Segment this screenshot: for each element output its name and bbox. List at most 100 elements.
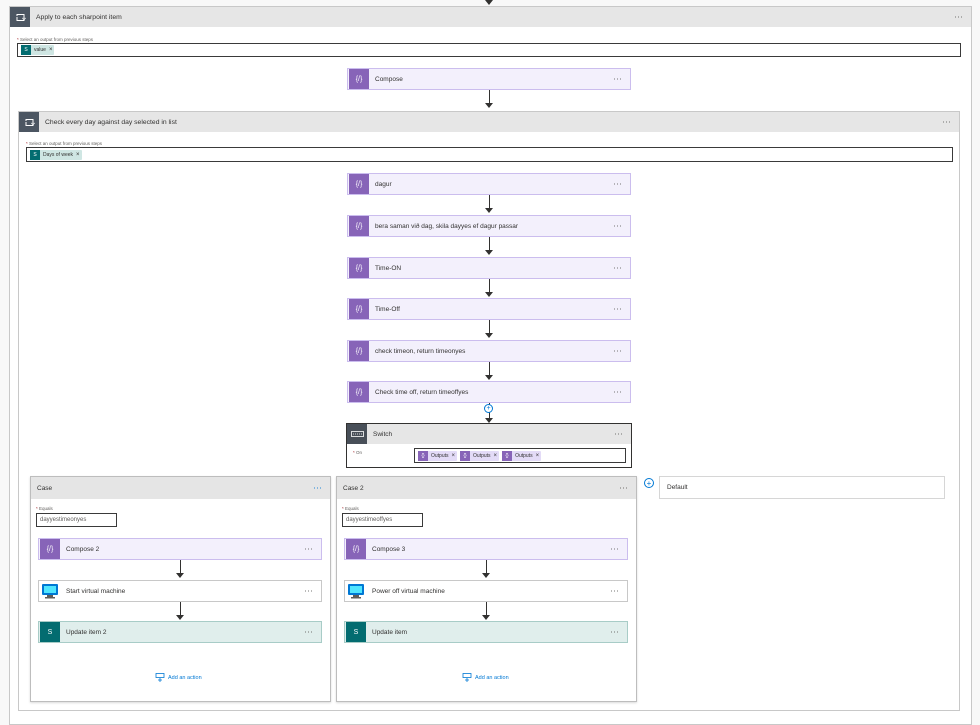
add-action-icon xyxy=(155,673,165,682)
start-vm-action[interactable]: Start virtual machine ··· xyxy=(38,580,322,602)
connector-arrow xyxy=(482,615,490,620)
case-1-more-button[interactable]: ··· xyxy=(313,483,322,493)
action-title: Update item xyxy=(372,628,408,636)
outputs-token-label: Outputs xyxy=(473,452,491,459)
action-title: Power off virtual machine xyxy=(372,587,445,595)
connector-arrow xyxy=(485,250,493,255)
connector-line xyxy=(489,320,490,333)
add-action-icon xyxy=(462,673,472,682)
action-title: check timeon, return timeonyes xyxy=(375,347,466,355)
more-button[interactable]: ··· xyxy=(304,586,313,596)
switch-title: Switch xyxy=(373,430,393,438)
case-2-equals-input[interactable]: dayyestimeoffyes xyxy=(342,513,423,527)
more-button[interactable]: ··· xyxy=(613,263,622,273)
connector-arrow xyxy=(176,573,184,578)
more-button[interactable]: ··· xyxy=(613,346,622,356)
remove-token-icon[interactable]: × xyxy=(494,453,500,459)
connector-line xyxy=(180,602,181,615)
case-2-header[interactable]: Case 2 ··· xyxy=(337,477,636,499)
outputs-token[interactable]: {} Outputs × xyxy=(502,450,542,461)
action-title: dagur xyxy=(375,180,392,188)
check-loop-field-label: * Select an output from previous steps xyxy=(26,141,103,146)
add-case-plus-icon[interactable]: + xyxy=(644,478,654,488)
more-button[interactable]: ··· xyxy=(613,304,622,314)
action-title: Compose 2 xyxy=(66,545,100,553)
connector-arrow xyxy=(485,208,493,213)
add-action-label: Add an action xyxy=(475,675,509,681)
check-loop-more-button[interactable]: ··· xyxy=(942,117,951,127)
case-2-equals-label-text: Equals xyxy=(345,506,359,511)
check-loop-input[interactable]: S Days of week × xyxy=(26,147,953,162)
connector-arrow xyxy=(485,292,493,297)
connector-line xyxy=(486,602,487,615)
switch-header[interactable]: Switch ··· xyxy=(347,424,631,444)
remove-token-icon[interactable]: × xyxy=(49,47,55,53)
more-button[interactable]: ··· xyxy=(610,586,619,596)
compose-more-button[interactable]: ··· xyxy=(613,74,622,84)
compose-icon: {/} xyxy=(349,69,369,89)
action-dagur[interactable]: {/} dagur ··· xyxy=(347,173,631,195)
case-2-add-action-button[interactable]: Add an action xyxy=(462,673,509,683)
compose-icon: {/} xyxy=(346,539,366,559)
action-title: Time-Off xyxy=(375,305,400,313)
remove-token-icon[interactable]: × xyxy=(536,453,542,459)
more-button[interactable]: ··· xyxy=(610,627,619,637)
action-title: bera saman við dag, skila dayyes ef dagu… xyxy=(375,222,519,230)
compose-icon: {} xyxy=(502,450,513,461)
outputs-token[interactable]: {} Outputs × xyxy=(418,450,458,461)
loop-icon xyxy=(19,112,39,132)
value-token-label: value xyxy=(34,47,46,53)
compose-3-action[interactable]: {/} Compose 3 ··· xyxy=(344,538,628,560)
loop-icon xyxy=(10,7,30,27)
insert-step-plus-icon[interactable]: + xyxy=(484,404,493,413)
more-button[interactable]: ··· xyxy=(613,179,622,189)
remove-token-icon[interactable]: × xyxy=(452,453,458,459)
compose-2-action[interactable]: {/} Compose 2 ··· xyxy=(38,538,322,560)
more-button[interactable]: ··· xyxy=(610,544,619,554)
connector-line xyxy=(489,195,490,208)
update-item-action[interactable]: S Update item ··· xyxy=(344,621,628,643)
apply-to-each-title: Apply to each sharpoint item xyxy=(36,13,122,21)
outputs-token[interactable]: {} Outputs × xyxy=(460,450,500,461)
check-loop-header[interactable]: Check every day against day selected in … xyxy=(19,112,959,132)
action-time-off[interactable]: {/} Time-Off ··· xyxy=(347,298,631,320)
action-title: Update item 2 xyxy=(66,628,107,636)
action-bera-saman[interactable]: {/} bera saman við dag, skila dayyes ef … xyxy=(347,215,631,237)
more-button[interactable]: ··· xyxy=(304,544,313,554)
power-off-vm-action[interactable]: Power off virtual machine ··· xyxy=(344,580,628,602)
connector-arrow xyxy=(485,375,493,380)
case-1-equals-label: * Equals xyxy=(36,506,53,511)
apply-to-each-input[interactable]: S value × xyxy=(17,43,961,57)
compose-icon: {/} xyxy=(349,174,369,194)
sharepoint-icon: S xyxy=(30,149,40,160)
update-item-2-action[interactable]: S Update item 2 ··· xyxy=(38,621,322,643)
action-time-on[interactable]: {/} Time-ON ··· xyxy=(347,257,631,279)
apply-to-each-more-button[interactable]: ··· xyxy=(954,12,963,22)
more-button[interactable]: ··· xyxy=(613,387,622,397)
action-title: Compose 3 xyxy=(372,545,406,553)
case-1-header[interactable]: Case ··· xyxy=(31,477,330,499)
case-1-equals-input[interactable]: dayyestimeonyes xyxy=(36,513,117,527)
apply-to-each-header[interactable]: Apply to each sharpoint item ··· xyxy=(10,7,971,27)
switch-on-input[interactable]: {} Outputs × {} Outputs × {} Outputs × xyxy=(414,448,626,463)
more-button[interactable]: ··· xyxy=(304,627,313,637)
days-of-week-token[interactable]: S Days of week × xyxy=(30,149,82,160)
apply-to-each-field-label-text: Select an output from previous steps xyxy=(20,37,94,42)
value-token[interactable]: S value × xyxy=(21,45,55,55)
switch-on-label-text: On xyxy=(356,450,363,455)
case-2-equals-label: * Equals xyxy=(342,506,359,511)
action-check-timeoff[interactable]: {/} Check time off, return timeoffyes ··… xyxy=(347,381,631,403)
apply-to-each-field-label: * Select an output from previous steps xyxy=(17,37,94,42)
sharepoint-icon: S xyxy=(346,622,366,642)
compose-action[interactable]: {/} Compose ··· xyxy=(347,68,631,90)
default-case[interactable]: Default xyxy=(659,476,945,499)
switch-more-button[interactable]: ··· xyxy=(614,429,623,439)
remove-token-icon[interactable]: × xyxy=(76,152,82,158)
action-check-timeon[interactable]: {/} check timeon, return timeonyes ··· xyxy=(347,340,631,362)
check-loop-field-label-text: Select an output from previous steps xyxy=(29,141,103,146)
compose-icon: {} xyxy=(418,450,428,461)
case-1-add-action-button[interactable]: Add an action xyxy=(155,673,202,683)
case-2-more-button[interactable]: ··· xyxy=(619,483,628,493)
default-case-title: Default xyxy=(667,484,688,491)
more-button[interactable]: ··· xyxy=(613,221,622,231)
